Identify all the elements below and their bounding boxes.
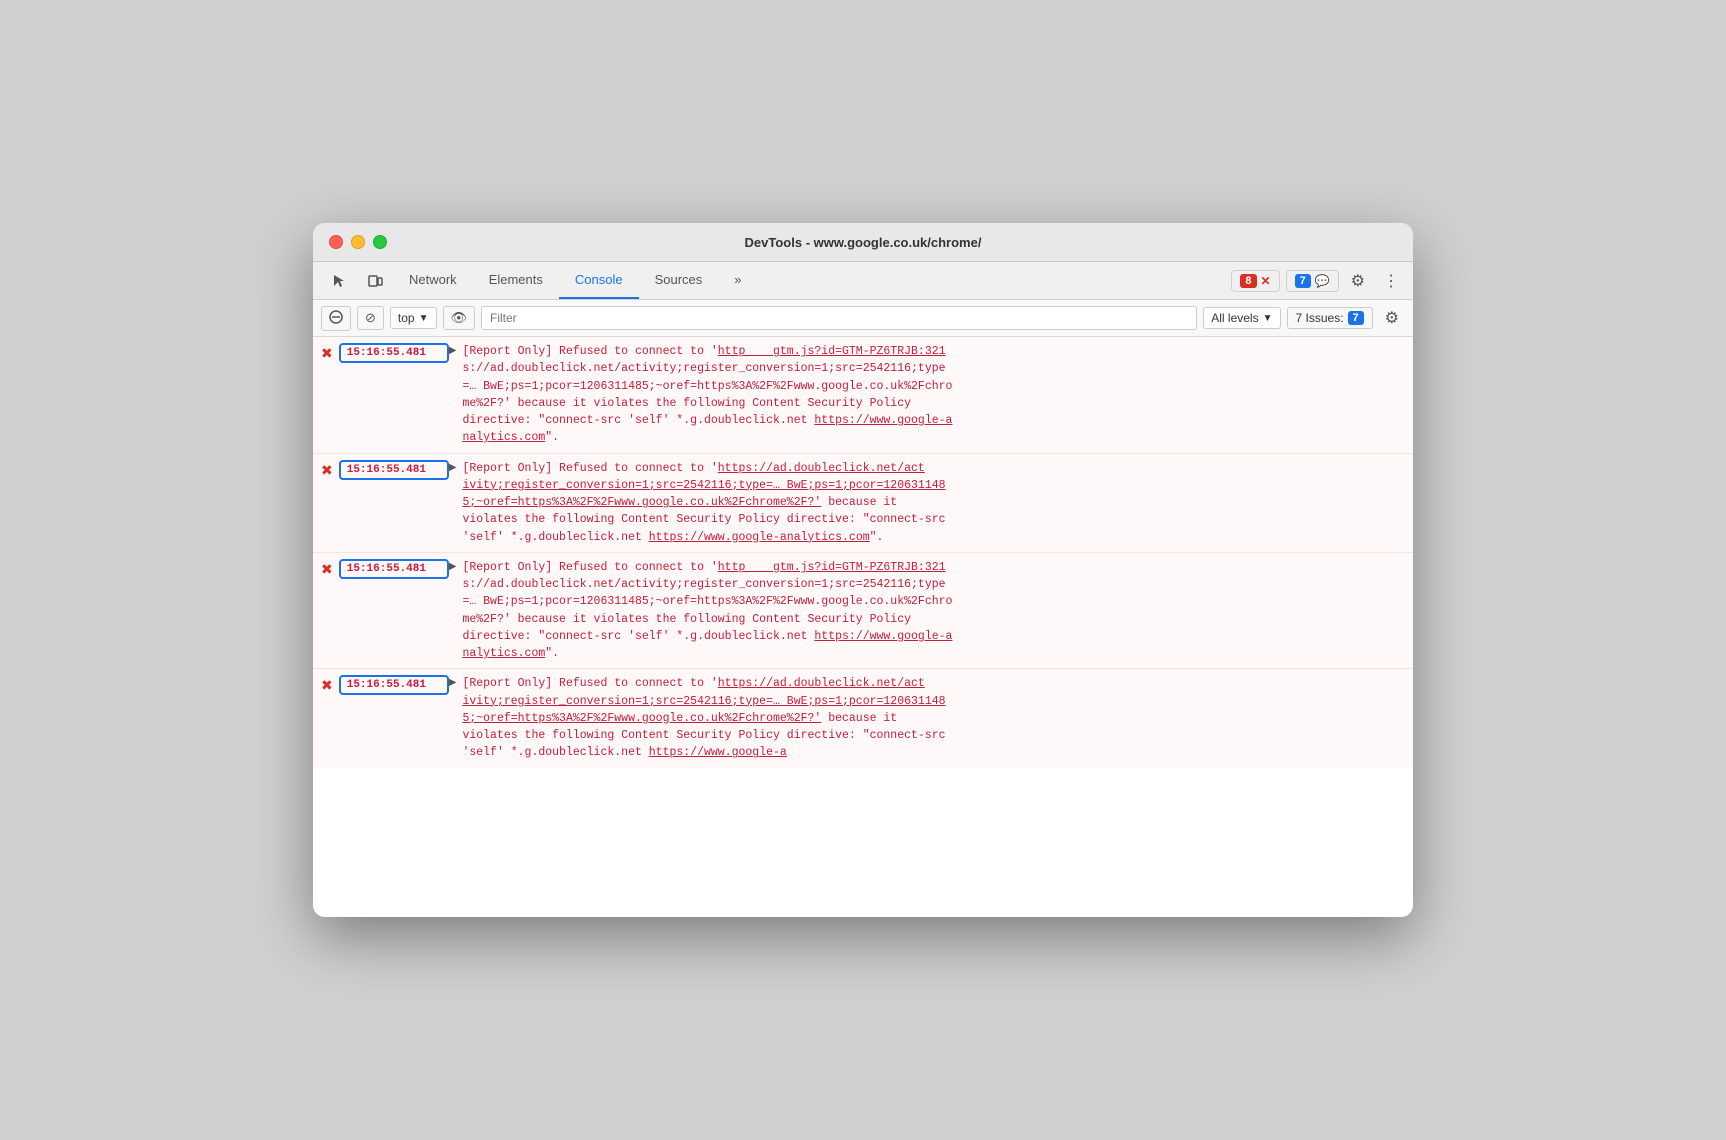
levels-label: All levels: [1211, 311, 1258, 325]
context-selector[interactable]: top ▼: [390, 307, 437, 329]
console-toolbar: ⊘ top ▼ 👁 All levels ▼ 7 Issues: 7 ⚙: [313, 300, 1413, 337]
log-message: [Report Only] Refused to connect to 'htt…: [462, 559, 1405, 663]
issues-button[interactable]: 7 Issues: 7: [1287, 307, 1373, 329]
log-message: [Report Only] Refused to connect to 'htt…: [462, 460, 1405, 546]
levels-dropdown[interactable]: All levels ▼: [1203, 307, 1280, 329]
filter-input[interactable]: [481, 306, 1197, 330]
issues-label: 7 Issues:: [1296, 311, 1344, 325]
timestamp: 15:16:55.481: [339, 343, 449, 363]
select-tool-button[interactable]: [321, 265, 357, 297]
error-icon: ✖: [321, 677, 333, 694]
tab-console[interactable]: Console: [559, 262, 639, 299]
toolbar-right: 8 ✕ 7 💬 ⚙ ⋮: [1231, 267, 1405, 295]
issues-count-badge: 7: [1348, 311, 1364, 325]
console-content: ✖ 15:16:55.481 ▶ [Report Only] Refused t…: [313, 337, 1413, 917]
device-toolbar-button[interactable]: [357, 265, 393, 297]
tab-bar: Network Elements Console Sources » 8 ✕ 7…: [313, 262, 1413, 300]
more-options-button[interactable]: ⋮: [1377, 267, 1405, 295]
error-badge: 8: [1240, 274, 1256, 288]
warning-count-button[interactable]: 7 💬: [1286, 270, 1339, 292]
expand-arrow[interactable]: ▶: [449, 345, 457, 356]
devtools-window: DevTools - www.google.co.uk/chrome/ Netw…: [313, 223, 1413, 917]
error-count-button[interactable]: 8 ✕: [1231, 270, 1279, 292]
error-x-icon: ✕: [1261, 274, 1271, 288]
log-entry: ✖ 15:16:55.481 ▶ [Report Only] Refused t…: [313, 669, 1413, 767]
expand-arrow[interactable]: ▶: [449, 462, 457, 473]
log-entry: ✖ 15:16:55.481 ▶ [Report Only] Refused t…: [313, 553, 1413, 670]
tab-elements[interactable]: Elements: [473, 262, 559, 299]
error-icon: ✖: [321, 462, 333, 479]
clear-console-button[interactable]: [321, 306, 351, 331]
tab-network[interactable]: Network: [393, 262, 473, 299]
tab-more[interactable]: »: [718, 262, 757, 299]
timestamp: 15:16:55.481: [339, 559, 449, 579]
warning-badge: 7: [1295, 274, 1311, 288]
chevron-down-icon: ▼: [419, 313, 429, 324]
block-icon-button[interactable]: ⊘: [357, 306, 384, 330]
error-icon: ✖: [321, 345, 333, 362]
log-message: [Report Only] Refused to connect to 'htt…: [462, 675, 1405, 761]
expand-arrow[interactable]: ▶: [449, 677, 457, 688]
timestamp: 15:16:55.481: [339, 460, 449, 480]
chevron-down-icon: ▼: [1263, 313, 1273, 324]
timestamp: 15:16:55.481: [339, 675, 449, 695]
traffic-lights: [329, 235, 387, 249]
tabs: Network Elements Console Sources »: [393, 262, 1231, 299]
tab-sources[interactable]: Sources: [639, 262, 719, 299]
maximize-button[interactable]: [373, 235, 387, 249]
eye-button[interactable]: 👁: [443, 306, 476, 330]
window-title: DevTools - www.google.co.uk/chrome/: [745, 235, 982, 250]
context-label: top: [398, 311, 415, 325]
close-button[interactable]: [329, 235, 343, 249]
log-entry: ✖ 15:16:55.481 ▶ [Report Only] Refused t…: [313, 454, 1413, 553]
minimize-button[interactable]: [351, 235, 365, 249]
error-icon: ✖: [321, 561, 333, 578]
log-entry: ✖ 15:16:55.481 ▶ [Report Only] Refused t…: [313, 337, 1413, 454]
comment-icon: 💬: [1315, 274, 1330, 288]
expand-arrow[interactable]: ▶: [449, 561, 457, 572]
console-settings-button[interactable]: ⚙: [1379, 304, 1405, 332]
titlebar: DevTools - www.google.co.uk/chrome/: [313, 223, 1413, 262]
settings-button[interactable]: ⚙: [1345, 267, 1371, 295]
log-message: [Report Only] Refused to connect to 'htt…: [462, 343, 1405, 447]
